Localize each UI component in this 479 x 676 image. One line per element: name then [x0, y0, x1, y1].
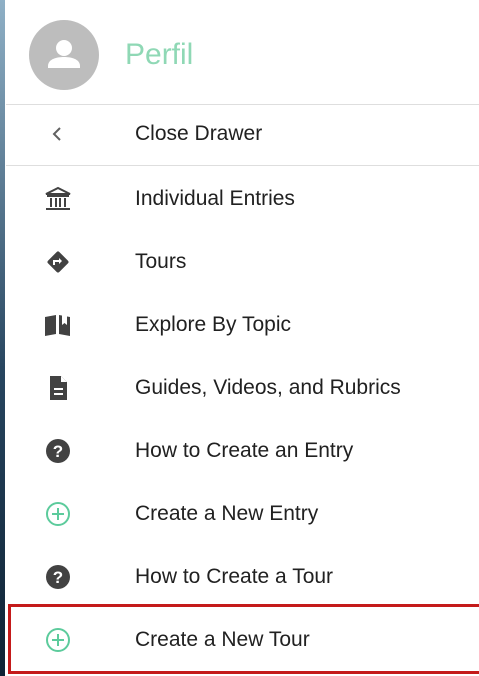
how-to-create-entry-label: How to Create an Entry — [135, 439, 354, 462]
individual-entries-item[interactable]: Individual Entries — [6, 167, 479, 230]
avatar[interactable] — [29, 20, 99, 90]
guides-videos-rubrics-label: Guides, Videos, and Rubrics — [135, 376, 401, 399]
svg-text:?: ? — [53, 442, 63, 461]
explore-by-topic-item[interactable]: Explore By Topic — [6, 293, 479, 356]
help-circle-icon: ? — [42, 435, 74, 467]
create-new-entry-label: Create a New Entry — [135, 502, 319, 525]
book-open-icon — [42, 309, 74, 341]
menu-divider — [6, 165, 479, 166]
create-new-entry-item[interactable]: Create a New Entry — [6, 482, 479, 545]
highlight-box — [8, 604, 479, 674]
guides-videos-rubrics-item[interactable]: Guides, Videos, and Rubrics — [6, 356, 479, 419]
drawer-header: Perfil — [6, 0, 479, 104]
window-edge — [0, 0, 5, 676]
institution-icon — [42, 183, 74, 215]
how-to-create-entry-item[interactable]: ? How to Create an Entry — [6, 419, 479, 482]
tours-label: Tours — [135, 250, 187, 273]
individual-entries-label: Individual Entries — [135, 187, 295, 210]
directions-icon — [42, 246, 74, 278]
how-to-create-tour-item[interactable]: ? How to Create a Tour — [6, 545, 479, 608]
close-drawer-label: Close Drawer — [135, 122, 263, 145]
svg-text:?: ? — [53, 568, 63, 587]
close-drawer-item[interactable]: Close Drawer — [6, 102, 479, 165]
profile-name[interactable]: Perfil — [125, 38, 193, 72]
help-circle-icon: ? — [42, 561, 74, 593]
explore-by-topic-label: Explore By Topic — [135, 313, 292, 336]
navigation-drawer: Perfil Close Drawer Individual Entries T… — [6, 0, 479, 676]
plus-circle-icon — [42, 498, 74, 530]
document-icon — [42, 372, 74, 404]
person-icon — [48, 40, 80, 68]
how-to-create-tour-label: How to Create a Tour — [135, 565, 334, 588]
chevron-left-icon — [42, 118, 74, 150]
tours-item[interactable]: Tours — [6, 230, 479, 293]
